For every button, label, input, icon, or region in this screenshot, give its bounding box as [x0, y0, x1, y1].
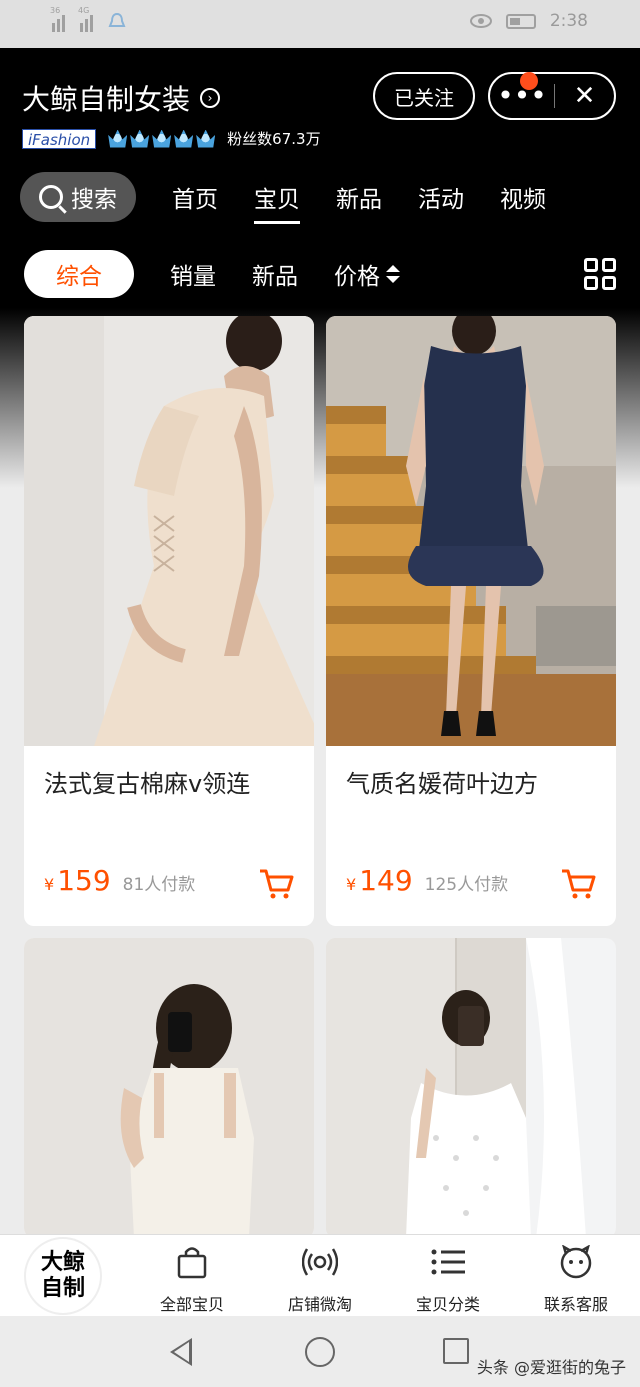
shop-badges: iFashion 粉丝数67.3万	[22, 128, 321, 149]
tab-categories-label: 宝贝分类	[415, 1295, 480, 1314]
shop-title[interactable]: 大鲸自制女装 ›	[22, 78, 221, 118]
product-image[interactable]	[326, 316, 616, 746]
status-bar: 36 4G 2:38	[0, 0, 640, 48]
sort-new[interactable]: 新品	[252, 257, 298, 291]
grid-view-icon[interactable]	[584, 258, 616, 290]
more-button[interactable]: •••	[490, 72, 554, 118]
signal-4g-icon: 4G	[78, 6, 98, 32]
search-button[interactable]: 搜索	[20, 172, 136, 222]
eye-icon	[469, 14, 492, 28]
shop-logo[interactable]: 大鲸 自制	[26, 1239, 100, 1313]
sort-arrows-icon	[386, 265, 400, 283]
tab-items[interactable]: 宝贝	[254, 180, 300, 224]
signal-icon: 36	[50, 6, 70, 32]
tab-customer-service[interactable]: 联系客服	[521, 1243, 631, 1315]
sold-count: 125人付款	[424, 875, 509, 895]
cart-icon[interactable]	[560, 868, 596, 900]
tab-shop-feed-label: 店铺微淘	[287, 1295, 352, 1314]
tab-all-items-label: 全部宝贝	[159, 1295, 224, 1314]
ifashion-badge: iFashion	[22, 128, 97, 149]
system-nav-bar: 头条 @爱逛街的兔子	[0, 1316, 640, 1387]
chevron-right-icon: ›	[200, 88, 221, 108]
tab-shop-feed[interactable]: 店铺微淘	[265, 1243, 375, 1315]
sort-sales[interactable]: 销量	[170, 257, 216, 291]
price-value: 159	[57, 864, 111, 897]
status-time: 2:38	[549, 11, 588, 31]
tab-video[interactable]: 视频	[500, 180, 546, 214]
back-icon[interactable]	[170, 1338, 192, 1366]
sort-bar: 综合 销量 新品 价格	[24, 250, 620, 298]
product-price: ¥ 159 81人付款	[44, 864, 195, 897]
notification-dot	[520, 72, 538, 90]
product-card[interactable]	[24, 938, 314, 1238]
battery-icon	[505, 13, 536, 29]
search-label: 搜索	[71, 187, 117, 213]
crown-rating-icon	[108, 129, 216, 148]
product-name[interactable]: 气质名媛荷叶边方	[346, 764, 538, 799]
price-value: 149	[359, 864, 413, 897]
recent-apps-icon[interactable]	[443, 1338, 469, 1364]
close-icon[interactable]: ✕	[555, 81, 614, 111]
product-image[interactable]	[24, 938, 314, 1238]
sort-new-label: 新品	[252, 264, 298, 290]
price-currency: ¥	[346, 875, 357, 894]
search-icon	[39, 185, 63, 209]
sort-default[interactable]: 综合	[24, 250, 134, 298]
shop-tab-bar: 大鲸 自制 全部宝贝 店铺微淘 宝贝分类 联系客服	[0, 1234, 640, 1316]
price-currency: ¥	[44, 875, 55, 894]
tab-all-items[interactable]: 全部宝贝	[137, 1243, 247, 1315]
watermark: 头条 @爱逛街的兔子	[476, 1358, 626, 1377]
sold-count: 81人付款	[122, 875, 196, 895]
tab-categories[interactable]: 宝贝分类	[393, 1243, 503, 1315]
fan-count: 粉丝数67.3万	[227, 130, 321, 148]
shop-name: 大鲸自制女装	[22, 83, 191, 116]
shop-nav: 搜索 首页 宝贝 新品 活动 视频	[20, 172, 620, 224]
list-icon	[431, 1249, 465, 1275]
broadcast-icon	[302, 1248, 338, 1276]
product-image[interactable]	[24, 316, 314, 746]
miniapp-capsule: ••• ✕	[488, 72, 616, 120]
product-card[interactable]: 气质名媛荷叶边方 ¥ 149 125人付款	[326, 316, 616, 926]
sort-price[interactable]: 价格	[334, 257, 400, 291]
chat-icon	[560, 1245, 592, 1279]
product-name[interactable]: 法式复古棉麻v领连	[44, 764, 250, 799]
tab-events[interactable]: 活动	[418, 180, 464, 214]
product-card[interactable]	[326, 938, 616, 1238]
sort-sales-label: 销量	[170, 264, 216, 290]
shopping-bag-icon	[177, 1247, 207, 1279]
cart-icon[interactable]	[258, 868, 294, 900]
tab-new[interactable]: 新品	[336, 180, 382, 214]
tab-home[interactable]: 首页	[172, 180, 218, 214]
shop-header: 大鲸自制女装 › iFashion 粉丝数67.3万 已关注 ••• ✕ 搜索 …	[0, 48, 640, 308]
home-icon[interactable]	[305, 1337, 335, 1367]
product-price: ¥ 149 125人付款	[346, 864, 508, 897]
product-image[interactable]	[326, 938, 616, 1238]
tab-customer-service-label: 联系客服	[543, 1295, 608, 1314]
notification-icon	[108, 12, 126, 27]
sort-price-label: 价格	[334, 264, 380, 290]
product-card[interactable]: 法式复古棉麻v领连 ¥ 159 81人付款	[24, 316, 314, 926]
follow-button[interactable]: 已关注	[373, 72, 475, 120]
